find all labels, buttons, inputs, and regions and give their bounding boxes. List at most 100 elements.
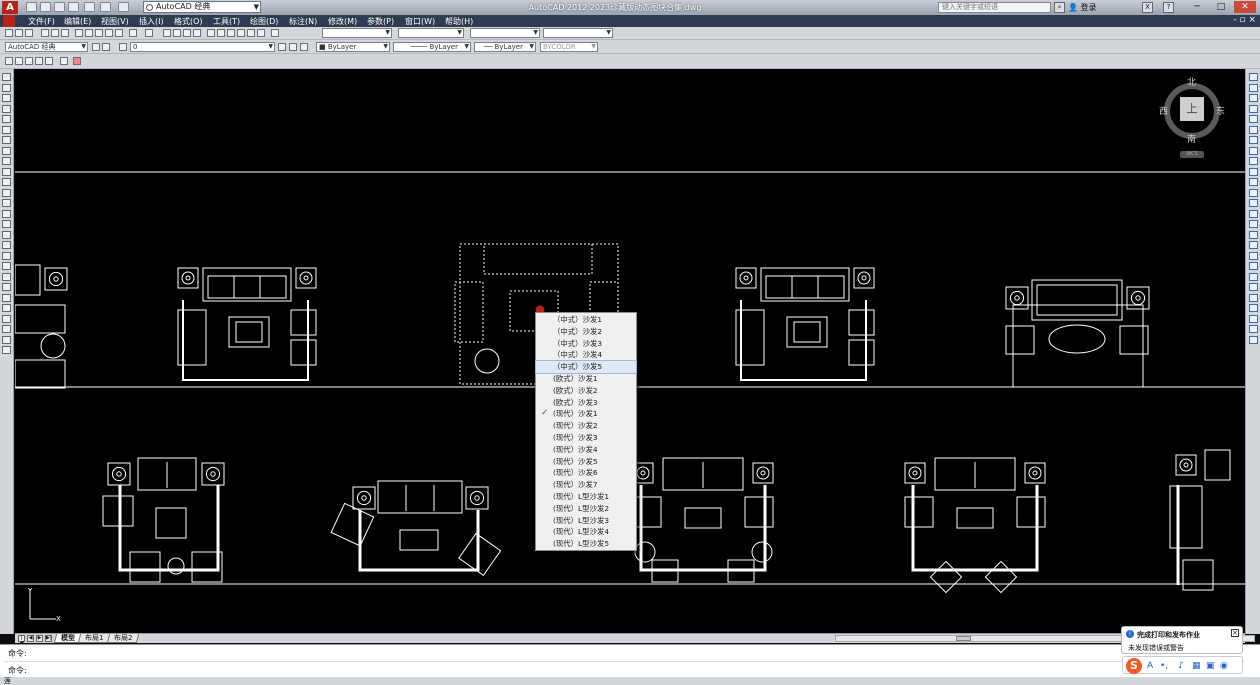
modify-tool-icon[interactable] [1249,304,1258,312]
menu-tools[interactable]: 工具(T) [213,16,240,27]
modify-tool-icon[interactable] [1249,230,1258,239]
modify-tool-icon[interactable] [1249,293,1258,302]
compass-south[interactable]: 南 [1187,132,1196,145]
ime-skin-icon[interactable]: ▣ [1206,661,1215,671]
notification-message[interactable]: 未发现错误或警告 [1128,643,1184,653]
visibility-state-item[interactable]: (现代）沙发2 [536,420,636,432]
menu-parameters[interactable]: 参数(P) [367,16,394,27]
match-properties-icon[interactable] [105,29,113,37]
draw-tool-icon[interactable] [2,335,11,344]
application-menu-button[interactable]: A [2,1,18,14]
draw-tool-icon[interactable] [2,230,11,239]
visibility-state-item[interactable]: (现代）沙发6 [536,467,636,479]
modify-tool-icon[interactable] [1249,283,1258,291]
draw-tool-icon[interactable] [2,94,11,102]
maximize-button[interactable]: □ [1210,1,1232,13]
modify-tool-icon[interactable] [1249,220,1258,228]
visibility-state-item[interactable]: (欧式）沙发3 [536,397,636,409]
document-window-controls[interactable]: - ▫ × [1233,15,1256,25]
first-tab-button[interactable]: |◀ [18,635,25,646]
draw-tool-icon[interactable] [2,199,11,207]
modify-tool-icon[interactable] [1249,241,1258,249]
wcs-menu-button[interactable]: WCS [1180,151,1204,158]
draw-tool-icon[interactable] [2,262,11,270]
modify-tool-icon[interactable] [1249,146,1258,155]
render-icon[interactable] [35,57,43,65]
linetype-combo[interactable]: ──── ByLayer ▼ [393,42,471,52]
table-style-combo[interactable]: ▼ [470,28,540,38]
preview-icon[interactable] [51,29,59,37]
sogou-logo-icon[interactable]: S [1126,658,1142,674]
modify-tool-icon[interactable] [1249,262,1258,270]
modify-tool-icon[interactable] [1249,167,1258,176]
text-style-combo[interactable]: ▼ [322,28,392,38]
menu-draw[interactable]: 绘图(D) [250,16,278,27]
sheet-set-icon[interactable] [237,29,245,37]
draw-tool-icon[interactable] [2,104,11,113]
multileader-style-combo[interactable]: ▼ [543,28,613,38]
minimize-button[interactable]: ─ [1186,1,1208,13]
draw-tool-icon[interactable] [2,220,11,228]
visibility-state-item[interactable]: (现代）L型沙发3 [536,515,636,527]
undo-icon[interactable] [100,2,111,12]
redo-icon[interactable] [118,2,129,12]
compass-west[interactable]: 西 [1159,104,1168,117]
draw-tool-icon[interactable] [2,146,11,155]
close-toolbar-icon[interactable] [73,57,81,65]
zoom-realtime-icon[interactable] [173,29,181,37]
visibility-state-item[interactable]: (欧式）沙发1 [536,373,636,385]
menu-dimension[interactable]: 标注(N) [289,16,317,27]
camera-icon[interactable] [45,57,53,65]
menu-window[interactable]: 窗口(W) [405,16,435,27]
visibility-state-item[interactable]: （中式）沙发1 [536,314,636,326]
close-icon[interactable]: × [1231,629,1239,637]
save-icon[interactable] [25,29,33,37]
draw-tool-icon[interactable] [2,293,11,302]
ime-voice-icon[interactable]: ♪ [1178,661,1184,671]
workspace-settings-icon[interactable] [92,43,100,51]
modify-tool-icon[interactable] [1249,178,1258,186]
draw-tool-icon[interactable] [2,314,11,323]
ime-lang-icon[interactable]: A [1147,661,1153,671]
modify-tool-icon[interactable] [1249,335,1258,344]
draw-tool-icon[interactable] [2,188,11,197]
menu-format[interactable]: 格式(O) [174,16,203,27]
draw-tool-icon[interactable] [2,73,11,81]
draw-tool-icon[interactable] [2,83,11,92]
workspace-combo[interactable]: AutoCAD 经典 ▼ [5,42,88,52]
layer-combo[interactable]: 0 ▼ [130,42,275,52]
open-icon[interactable] [15,29,23,37]
modify-tool-icon[interactable] [1249,73,1258,81]
draw-tool-icon[interactable] [2,272,11,281]
lineweight-combo[interactable]: ── ByLayer ▼ [474,42,536,52]
menu-view[interactable]: 视图(V) [101,16,129,27]
help-search-input[interactable]: 键入关键字或短语 [938,2,1051,13]
draw-tool-icon[interactable] [2,251,11,260]
modify-tool-icon[interactable] [1249,136,1258,144]
ucs-icon[interactable] [60,57,68,65]
draw-tool-icon[interactable] [2,115,11,123]
markup-icon[interactable] [247,29,255,37]
draw-tool-icon[interactable] [2,125,11,134]
menu-modify[interactable]: 修改(M) [328,16,357,27]
modify-tool-icon[interactable] [1249,325,1258,333]
login-button[interactable]: 👤 登录 [1068,2,1097,13]
viewcube[interactable]: 上 北 南 东 西 WCS [1150,75,1232,165]
help-icon[interactable] [271,29,279,37]
menu-help[interactable]: 帮助(H) [445,16,473,27]
open-file-icon[interactable] [40,2,51,12]
draw-tool-icon[interactable] [2,304,11,312]
zoom-previous-icon[interactable] [193,29,201,37]
modify-tool-icon[interactable] [1249,157,1258,165]
menu-insert[interactable]: 插入(I) [139,16,164,27]
visibility-state-item[interactable]: (现代）沙发4 [536,444,636,456]
save-icon[interactable] [54,2,65,12]
visibility-state-item[interactable]: (现代）L型沙发2 [536,503,636,515]
draw-tool-icon[interactable] [2,167,11,176]
save-as-icon[interactable] [68,2,79,12]
modify-tool-icon[interactable] [1249,251,1258,260]
modify-tool-icon[interactable] [1249,272,1258,281]
modify-tool-icon[interactable] [1249,188,1258,197]
visibility-state-item[interactable]: (现代）L型沙发1 [536,491,636,503]
next-tab-button[interactable]: ▶ [36,635,43,642]
